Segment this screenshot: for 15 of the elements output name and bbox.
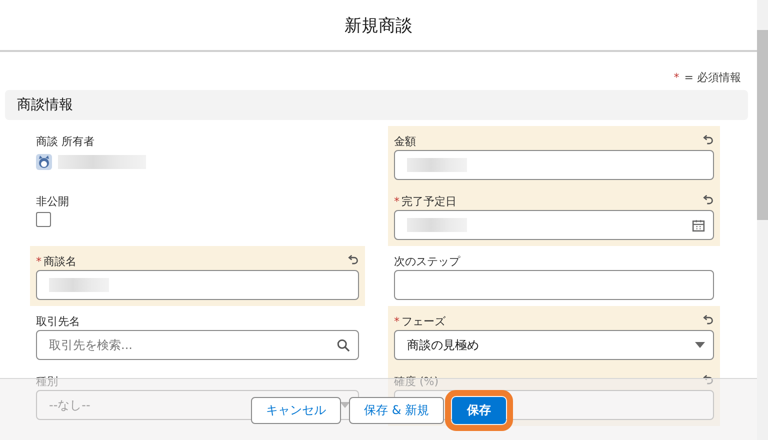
field-label: 次のステップ [394,254,462,268]
required-mark: * [36,254,42,268]
field-label: 完了予定日 [402,194,458,208]
required-mark: * [394,314,400,328]
field-label: フェーズ [402,314,446,328]
required-legend: = 必須情報 [684,70,741,84]
field-label: 取引先名 [36,314,81,328]
field-label: 非公開 [36,194,70,208]
required-mark: * [674,70,680,84]
section-title: 商談情報 [17,96,73,114]
field-label: 商談名 [44,254,78,268]
field-label: 商談 所有者 [36,134,96,148]
required-mark: * [394,194,400,208]
dialog-title: 新規商談 [344,14,412,36]
field-label: 金額 [394,134,417,148]
